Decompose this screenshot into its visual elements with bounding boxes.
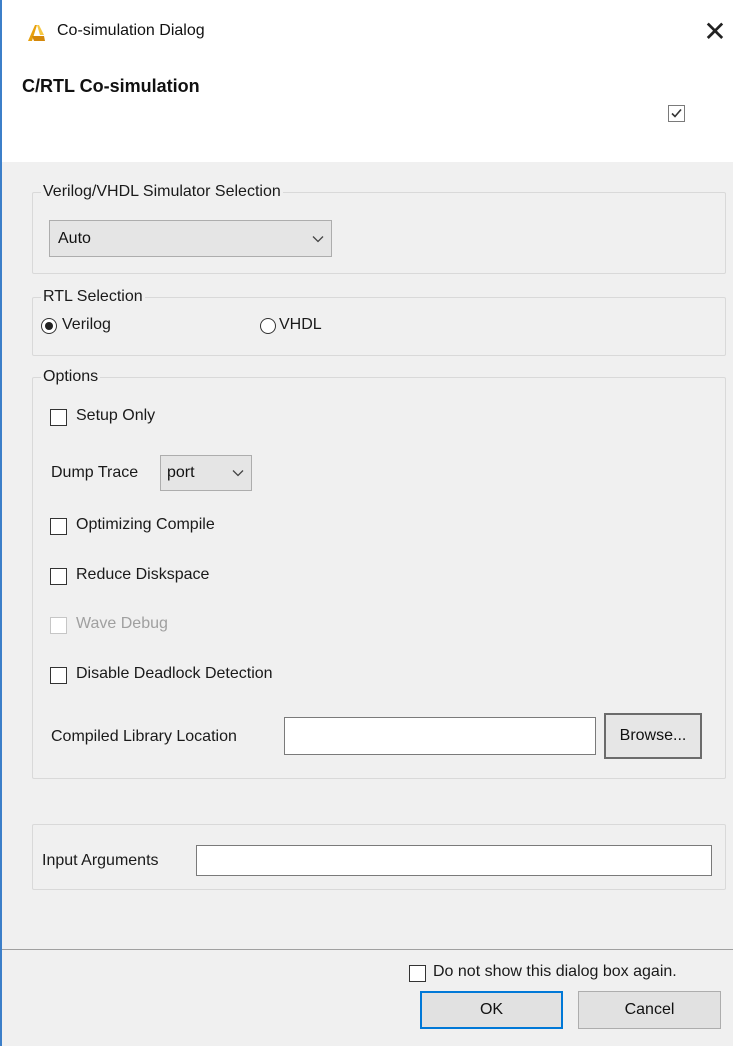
close-button[interactable]: ✕ <box>700 14 730 50</box>
wave-debug-label: Wave Debug <box>76 615 168 632</box>
optimizing-compile-label: Optimizing Compile <box>76 516 215 533</box>
compiled-library-label: Compiled Library Location <box>51 728 237 745</box>
browse-button[interactable]: Browse... <box>604 713 702 759</box>
input-arguments-field[interactable] <box>196 845 712 876</box>
compiled-library-input[interactable] <box>284 717 596 755</box>
dump-trace-select[interactable]: port <box>160 455 252 491</box>
chevron-down-icon <box>232 470 244 477</box>
reduce-diskspace-label: Reduce Diskspace <box>76 566 210 583</box>
vhdl-radio[interactable] <box>260 318 276 334</box>
cancel-button-label: Cancel <box>624 1001 675 1018</box>
ok-button-label: OK <box>479 1001 504 1018</box>
wave-debug-checkbox <box>50 617 67 634</box>
dont-show-checkbox[interactable] <box>409 965 426 982</box>
browse-button-label: Browse... <box>619 727 687 744</box>
cancel-button[interactable]: Cancel <box>578 991 721 1029</box>
ok-button[interactable]: OK <box>420 991 563 1029</box>
disable-deadlock-checkbox[interactable] <box>50 667 67 684</box>
verilog-label: Verilog <box>62 316 111 333</box>
page-title: C/RTL Co-simulation <box>22 76 200 96</box>
chevron-down-icon <box>312 235 324 242</box>
verilog-radio[interactable] <box>41 318 57 334</box>
disable-deadlock-label: Disable Deadlock Detection <box>76 665 273 682</box>
header-checkbox[interactable] <box>668 105 685 122</box>
input-arguments-label: Input Arguments <box>42 852 159 869</box>
rtl-legend: RTL Selection <box>41 288 145 306</box>
setup-only-checkbox[interactable] <box>50 409 67 426</box>
radio-selected-dot <box>45 322 53 330</box>
xilinx-logo-icon <box>26 24 46 42</box>
simulator-select[interactable]: Auto <box>49 220 332 257</box>
window-title: Co-simulation Dialog <box>57 22 205 39</box>
dump-trace-label: Dump Trace <box>51 464 139 481</box>
optimizing-compile-checkbox[interactable] <box>50 518 67 535</box>
simulator-select-value: Auto <box>58 229 91 247</box>
footer-divider <box>2 949 733 950</box>
dont-show-label: Do not show this dialog box again. <box>433 963 677 980</box>
vhdl-label: VHDL <box>279 316 322 333</box>
simulator-legend: Verilog/VHDL Simulator Selection <box>41 183 283 201</box>
setup-only-label: Setup Only <box>76 407 156 424</box>
reduce-diskspace-checkbox[interactable] <box>50 568 67 585</box>
close-icon: ✕ <box>703 16 727 47</box>
check-icon <box>671 108 682 118</box>
options-legend: Options <box>41 368 101 386</box>
dump-trace-value: port <box>167 464 195 481</box>
